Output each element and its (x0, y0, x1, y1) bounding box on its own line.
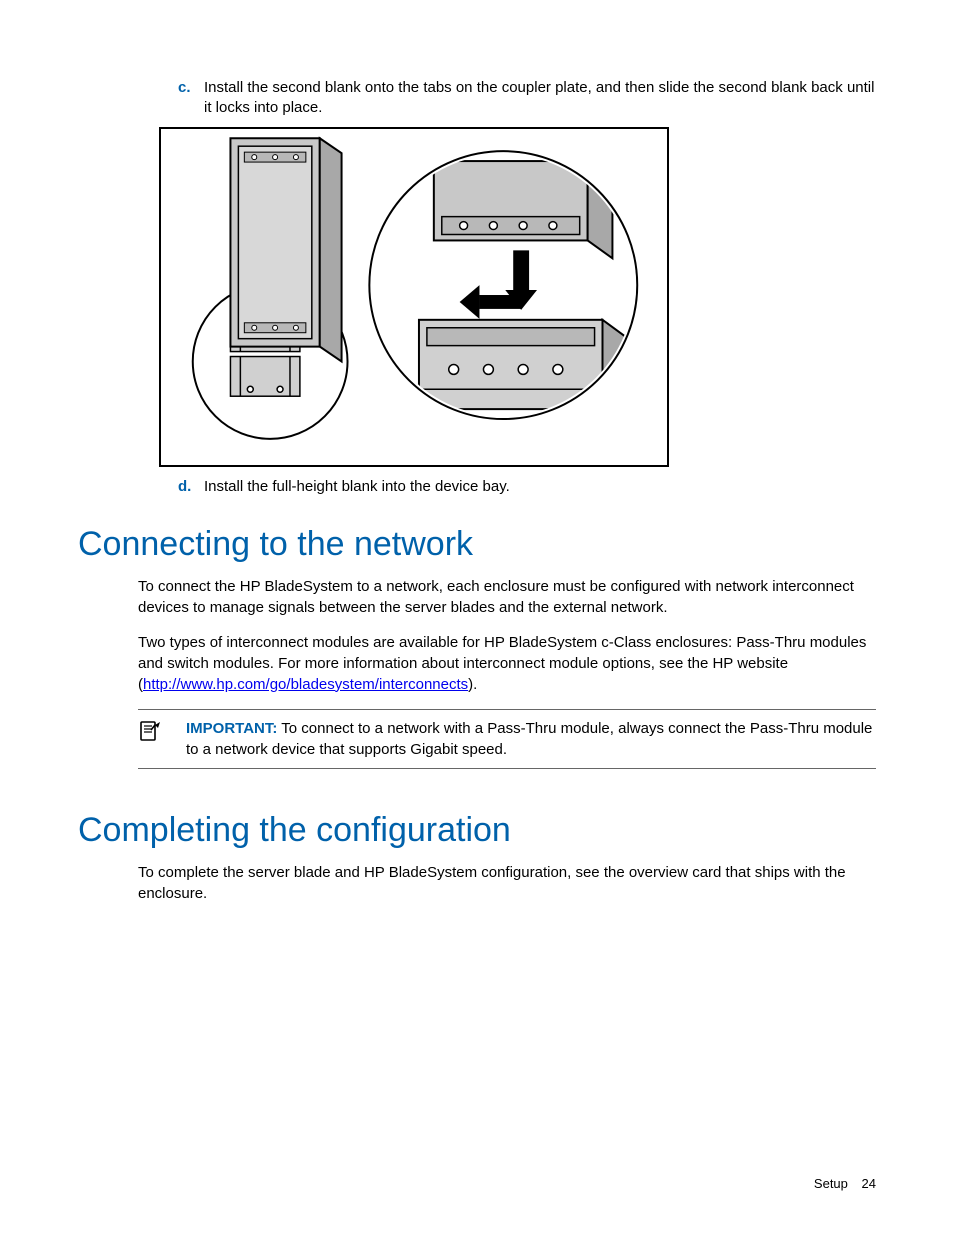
important-label: IMPORTANT: (186, 720, 277, 737)
heading-connecting: Connecting to the network (78, 525, 876, 564)
para2-post: ). (468, 676, 477, 693)
step-c-marker: c. (178, 78, 204, 119)
heading-completing: Completing the configuration (78, 811, 876, 850)
footer-section: Setup (814, 1176, 848, 1191)
step-d: d. Install the full-height blank into th… (178, 477, 876, 497)
installation-figure (159, 127, 669, 467)
interconnects-link[interactable]: http://www.hp.com/go/bladesystem/interco… (143, 676, 468, 693)
connecting-para-2: Two types of interconnect modules are av… (138, 632, 876, 695)
step-c: c. Install the second blank onto the tab… (178, 78, 876, 119)
page-footer: Setup 24 (814, 1176, 876, 1191)
connecting-para-1: To connect the HP BladeSystem to a netwo… (138, 576, 876, 618)
important-text: To connect to a network with a Pass-Thru… (186, 720, 872, 758)
important-icon (138, 718, 186, 760)
step-d-text: Install the full-height blank into the d… (204, 477, 876, 497)
footer-page-number: 24 (862, 1176, 876, 1191)
blade-blank-diagram (161, 127, 667, 467)
step-d-marker: d. (178, 477, 204, 497)
important-callout: IMPORTANT: To connect to a network with … (138, 709, 876, 769)
step-c-text: Install the second blank onto the tabs o… (204, 78, 876, 119)
completing-para: To complete the server blade and HP Blad… (138, 862, 876, 904)
